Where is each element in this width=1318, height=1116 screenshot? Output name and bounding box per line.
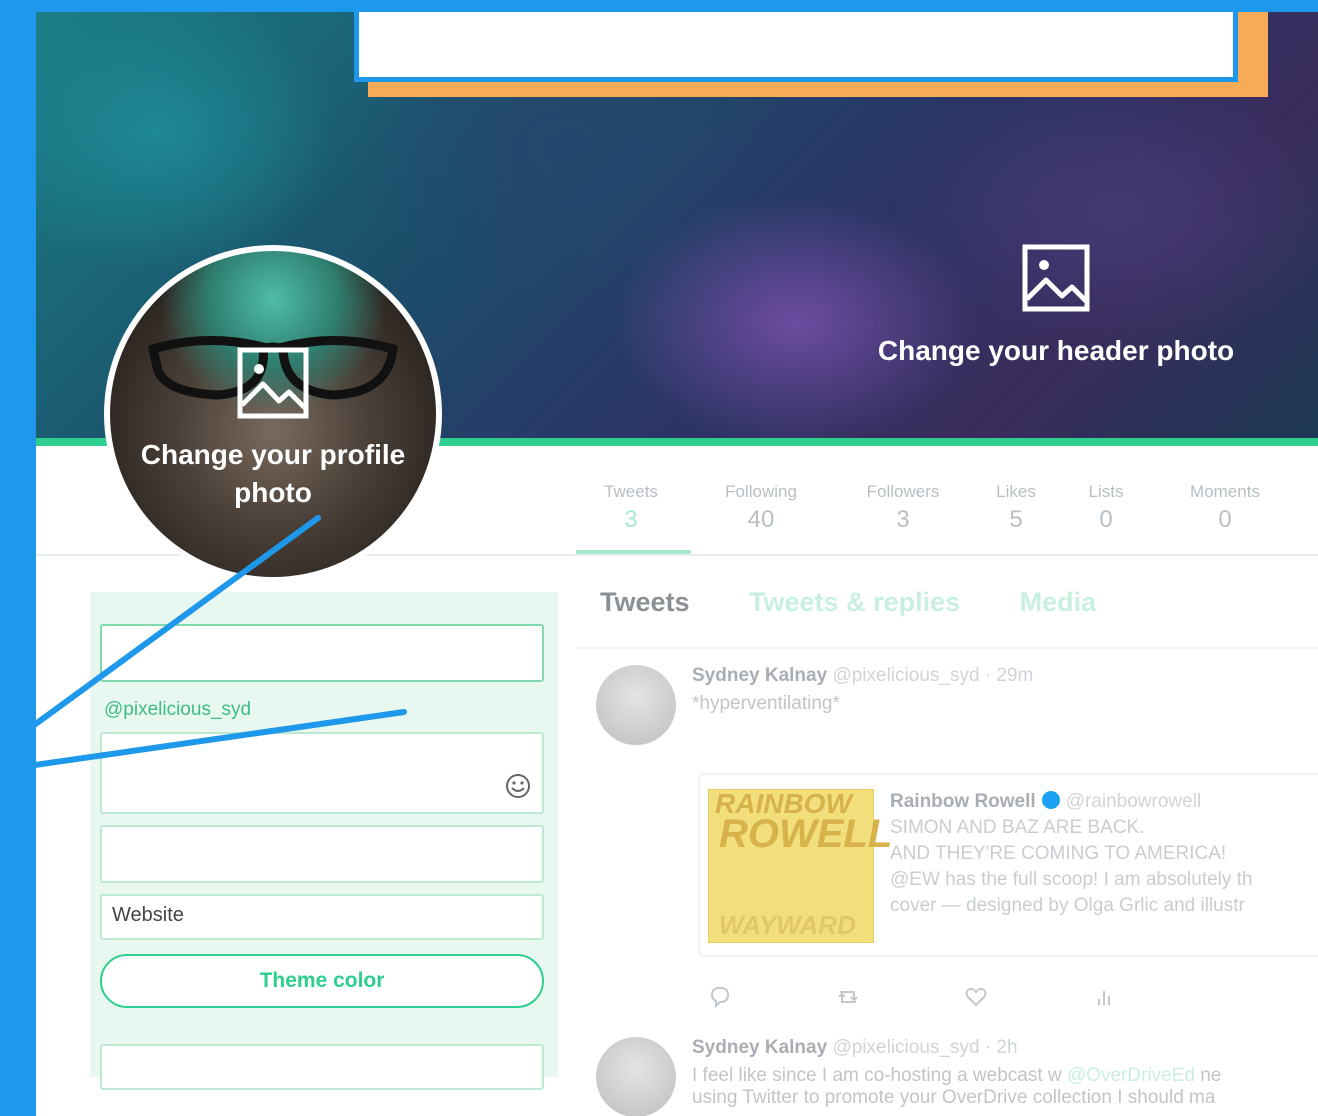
tweet-meta: @pixelicious_syd · 2h	[832, 1037, 1018, 1058]
quoted-author-handle[interactable]: @rainbowrowell	[1066, 791, 1201, 812]
tweet-body: Sydney Kalnay @pixelicious_syd · 2h I fe…	[692, 1037, 1318, 1109]
quoted-line-1: SIMON AND BAZ ARE BACK.	[890, 817, 1145, 838]
handle-label: @pixelicious_syd	[104, 699, 252, 720]
stat-lists[interactable]: Lists 0	[1076, 482, 1136, 534]
tweet-header: Sydney Kalnay @pixelicious_syd · 2h	[692, 1037, 1318, 1059]
profile-avatar[interactable]: Change your profile photo	[104, 245, 442, 583]
image-icon	[1022, 244, 1090, 312]
reply-icon[interactable]	[706, 983, 734, 1011]
book-title-main: ROWELL	[719, 812, 893, 856]
stat-moments[interactable]: Moments 0	[1170, 482, 1280, 534]
stat-tweets[interactable]: Tweets 3	[596, 482, 666, 534]
book-cover-image[interactable]: RAINBOW ROWELL WAYWARD	[708, 788, 892, 943]
change-header-label: Change your header photo	[877, 335, 1235, 366]
tweet-body: Sydney Kalnay @pixelicious_syd · 29m *hy…	[692, 665, 1318, 715]
quoted-line-3: @EW has the full scoop! I am absolutely …	[890, 869, 1253, 890]
location-field[interactable]	[100, 825, 544, 883]
tweet-text: I feel like since I am co-hosting a webc…	[692, 1065, 1222, 1086]
timeline: Tweets Tweets & replies Media Sydney Kal…	[576, 557, 1318, 1116]
avatar-photo: Change your profile photo	[110, 251, 436, 577]
image-icon	[237, 347, 309, 419]
tweet-avatar[interactable]	[596, 665, 676, 745]
theme-color-button[interactable]: Theme color	[100, 954, 544, 1008]
quoted-tweet[interactable]: RAINBOW ROWELL WAYWARD Rainbow Rowell @ra…	[698, 773, 1318, 957]
quoted-tweet-body: Rainbow Rowell @rainbowrowell SIMON AND B…	[890, 789, 1318, 919]
tweet-text: *hyperventilating*	[692, 693, 840, 714]
analytics-icon[interactable]	[1090, 983, 1118, 1011]
stat-likes[interactable]: Likes 5	[986, 482, 1046, 534]
timeline-tabs: Tweets Tweets & replies Media	[600, 587, 1148, 618]
change-profile-photo[interactable]: Change your profile photo	[110, 347, 436, 512]
name-field[interactable]	[100, 624, 544, 682]
stat-following[interactable]: Following 40	[706, 482, 816, 534]
tweet-actions	[706, 983, 1226, 1013]
verified-icon	[1041, 791, 1060, 809]
tab-tweets[interactable]: Tweets	[600, 587, 690, 617]
tabs-divider	[576, 647, 1318, 649]
quoted-author-name[interactable]: Rainbow Rowell	[890, 791, 1036, 812]
tweet-avatar[interactable]	[596, 1037, 676, 1116]
website-placeholder: Website	[112, 904, 184, 926]
book-title-bottom: WAYWARD	[719, 910, 856, 940]
tweet-item[interactable]: Sydney Kalnay @pixelicious_syd · 29m *hy…	[596, 665, 1318, 1065]
bio-field[interactable]	[100, 732, 544, 814]
tweet-meta: @pixelicious_syd · 29m	[832, 665, 1034, 686]
tab-tweets-replies[interactable]: Tweets & replies	[749, 587, 960, 617]
quoted-line-4: cover — designed by Olga Grlic and illus…	[890, 895, 1245, 916]
tweet-author-name[interactable]: Sydney Kalnay	[692, 665, 827, 686]
edit-profile-form: @pixelicious_syd Website Theme color	[90, 592, 558, 1090]
tweet-header: Sydney Kalnay @pixelicious_syd · 29m	[692, 665, 1318, 687]
emoji-icon[interactable]	[504, 772, 532, 800]
stat-followers[interactable]: Followers 3	[848, 482, 958, 534]
profile-page: Change your header photo Tweets 3 Follow…	[36, 12, 1318, 1116]
callout-box	[354, 12, 1238, 82]
tweet-item[interactable]: Sydney Kalnay @pixelicious_syd · 2h I fe…	[596, 1037, 1316, 1116]
quoted-line-2: AND THEY'RE COMING TO AMERICA!	[890, 843, 1227, 864]
change-profile-label: Change your profile photo	[140, 439, 406, 508]
tweet-author-name[interactable]: Sydney Kalnay	[692, 1037, 827, 1058]
active-stat-underline	[576, 550, 691, 554]
tweet-text-line-2: using Twitter to promote your OverDrive …	[692, 1087, 1216, 1108]
mention-link[interactable]: @OverDriveEd	[1067, 1065, 1195, 1086]
like-icon[interactable]	[962, 983, 990, 1011]
website-field[interactable]: Website	[100, 894, 544, 940]
tab-media[interactable]: Media	[1020, 587, 1097, 617]
retweet-icon[interactable]	[834, 983, 862, 1011]
birthday-field[interactable]	[100, 1044, 544, 1090]
change-header-photo[interactable]: Change your header photo	[866, 244, 1246, 367]
